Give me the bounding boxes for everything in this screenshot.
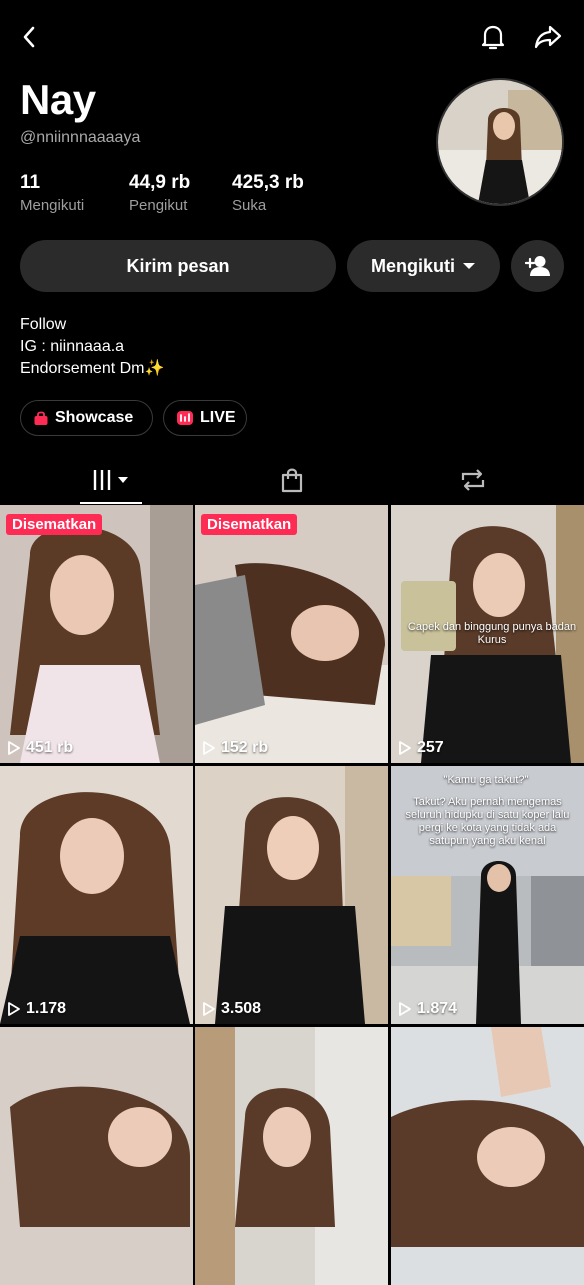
profile-tabs	[0, 456, 584, 504]
following-dropdown-button[interactable]: Mengikuti	[347, 240, 500, 292]
showcase-chip[interactable]: Showcase	[20, 400, 153, 436]
video-grid: Disematkan 451 rb Disematkan 152 rb Cape…	[0, 505, 584, 1285]
shopping-bag-icon	[281, 468, 303, 493]
stat-likes[interactable]: 425,3 rb Suka	[232, 172, 304, 214]
share-button[interactable]	[531, 20, 565, 54]
view-count: 1.874	[399, 1000, 457, 1018]
send-message-button[interactable]: Kirim pesan	[20, 240, 336, 292]
profile-name: Nay	[20, 76, 96, 123]
tab-shop[interactable]	[195, 456, 389, 504]
video-thumbnail[interactable]: Disematkan 152 rb	[195, 505, 388, 763]
view-count: 3.508	[203, 1000, 261, 1018]
bio: Follow IG : niinnaaa.a Endorsement Dm✨	[20, 316, 165, 377]
video-thumbnail[interactable]: 1.178	[0, 766, 193, 1024]
repost-icon	[461, 469, 485, 491]
notifications-button[interactable]	[476, 20, 510, 54]
shopping-bag-icon	[34, 411, 48, 425]
video-thumbnail[interactable]	[391, 1027, 584, 1285]
view-count: 257	[399, 739, 444, 757]
play-icon	[399, 741, 411, 755]
video-thumbnail[interactable]: 3.508	[195, 766, 388, 1024]
view-count: 152 rb	[203, 739, 268, 757]
play-icon	[8, 741, 20, 755]
active-tab-indicator	[80, 502, 142, 504]
play-icon	[8, 1002, 20, 1016]
stat-following[interactable]: 11 Mengikuti	[20, 172, 84, 214]
pinned-badge: Disematkan	[201, 514, 298, 535]
add-user-icon	[524, 256, 550, 276]
grid-videos-icon	[93, 470, 128, 490]
profile-handle: @nniinnnaaaaya	[20, 129, 141, 146]
video-caption: Takut? Aku pernah mengemas seluruh hidup…	[405, 796, 570, 847]
chevron-left-icon	[23, 26, 35, 48]
back-button[interactable]	[14, 22, 44, 52]
tab-reposts[interactable]	[376, 456, 570, 504]
share-arrow-icon	[534, 25, 562, 49]
live-chip[interactable]: LIVE	[163, 400, 247, 436]
view-count: 451 rb	[8, 739, 73, 757]
bell-icon	[481, 25, 505, 50]
pinned-badge: Disematkan	[6, 514, 103, 535]
avatar[interactable]	[436, 78, 564, 206]
video-caption: Capek dan binggung punya badan Kurus	[407, 621, 577, 646]
caret-down-icon	[463, 263, 475, 269]
live-icon	[177, 411, 193, 425]
view-count: 1.178	[8, 1000, 66, 1018]
video-thumbnail[interactable]	[0, 1027, 193, 1285]
video-thumbnail[interactable]: "Kamu ga takut?" Takut? Aku pernah menge…	[391, 766, 584, 1024]
play-icon	[203, 1002, 215, 1016]
play-icon	[399, 1002, 411, 1016]
video-thumbnail[interactable]: Disematkan 451 rb	[0, 505, 193, 763]
video-thumbnail[interactable]	[195, 1027, 388, 1285]
video-caption: "Kamu ga takut?"	[443, 774, 529, 786]
stat-followers[interactable]: 44,9 rb Pengikut	[129, 172, 190, 214]
play-icon	[203, 741, 215, 755]
add-friend-button[interactable]	[511, 240, 564, 292]
tab-videos[interactable]	[15, 456, 209, 504]
video-thumbnail[interactable]: Capek dan binggung punya badan Kurus 257	[391, 505, 584, 763]
